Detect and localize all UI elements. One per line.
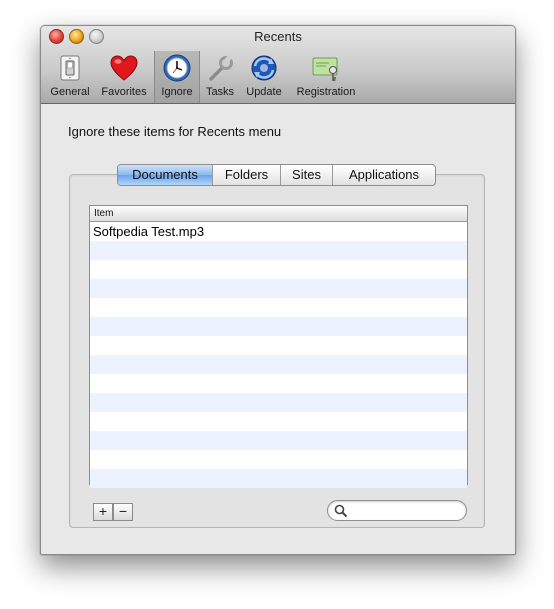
tab-sites[interactable]: Sites	[281, 165, 333, 185]
toolbar-item-label: Ignore	[161, 86, 193, 98]
ignore-prompt-label: Ignore these items for Recents menu	[68, 124, 282, 139]
table-row[interactable]	[90, 431, 467, 450]
toolbar: Recents General Favorites Ignore Tasks U…	[41, 26, 515, 104]
table-row[interactable]	[90, 279, 467, 298]
toolbar-item-favorites[interactable]: Favorites	[97, 51, 151, 103]
add-item-button[interactable]: +	[93, 503, 113, 521]
search-field[interactable]	[327, 500, 467, 521]
toolbar-item-registration[interactable]: Registration	[291, 51, 361, 103]
toolbar-item-label: Registration	[296, 86, 356, 98]
ignored-items-table[interactable]: Item Softpedia Test.mp3	[89, 205, 468, 488]
table-row[interactable]	[90, 298, 467, 317]
wrench-icon	[209, 54, 233, 81]
table-row[interactable]: Softpedia Test.mp3	[90, 222, 467, 241]
tab-documents[interactable]: Documents	[118, 165, 213, 185]
category-tabs: Documents Folders Sites Applications	[117, 164, 436, 186]
toolbar-item-label: Favorites	[101, 86, 147, 98]
toolbar-item-tasks[interactable]: Tasks	[200, 51, 240, 103]
search-icon	[334, 504, 348, 518]
window-title: Recents	[254, 29, 302, 44]
table-header-item[interactable]: Item	[90, 206, 467, 222]
table-row[interactable]	[90, 336, 467, 355]
tab-applications[interactable]: Applications	[333, 165, 435, 185]
toolbar-item-label: Tasks	[205, 86, 235, 98]
license-key-icon	[312, 57, 338, 81]
light-switch-icon	[60, 55, 80, 81]
toolbar-item-label: General	[50, 86, 90, 98]
table-row[interactable]	[90, 469, 467, 488]
toolbar-item-ignore[interactable]: Ignore	[154, 51, 200, 103]
preferences-window: Recents General Favorites Ignore Tasks U…	[40, 25, 516, 555]
heart-icon	[110, 55, 138, 81]
table-row[interactable]	[90, 317, 467, 336]
table-row[interactable]	[90, 412, 467, 431]
table-row[interactable]	[90, 241, 467, 260]
tab-folders[interactable]: Folders	[213, 165, 281, 185]
table-row[interactable]	[90, 355, 467, 374]
clock-icon	[163, 54, 191, 82]
table-row[interactable]	[90, 450, 467, 469]
toolbar-item-general[interactable]: General	[48, 51, 92, 103]
remove-item-button[interactable]: −	[113, 503, 133, 521]
table-rows: Softpedia Test.mp3	[90, 222, 467, 488]
sync-globe-icon	[251, 55, 277, 81]
toolbar-item-label: Update	[246, 86, 282, 98]
toolbar-item-update[interactable]: Update	[242, 51, 286, 103]
table-row[interactable]	[90, 260, 467, 279]
column-header-label: Item	[94, 208, 114, 219]
table-row[interactable]	[90, 393, 467, 412]
table-row[interactable]	[90, 374, 467, 393]
